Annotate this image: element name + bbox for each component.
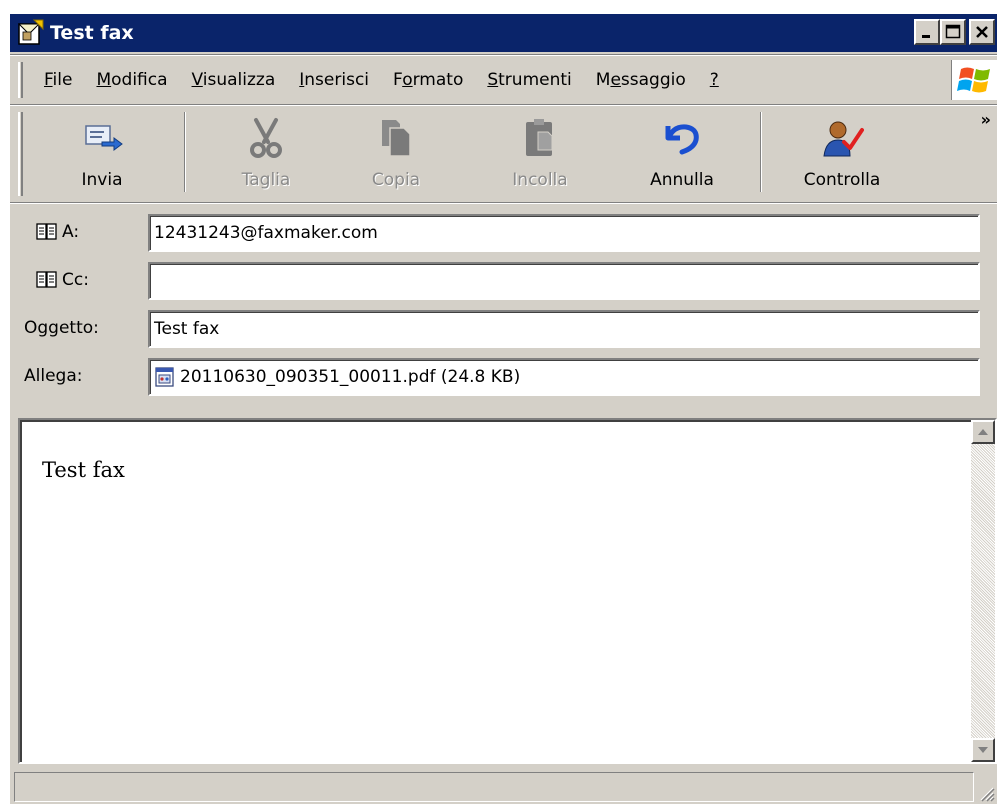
attach-row: Allega: 20110630_090351_00011.pdf (24.8 … xyxy=(10,358,997,398)
copy-button[interactable]: Copia xyxy=(356,112,436,196)
minimize-button[interactable] xyxy=(914,19,940,45)
cc-row: Cc: xyxy=(10,262,997,302)
menu-label: Visualizza xyxy=(191,70,276,90)
maximize-button[interactable] xyxy=(940,19,966,45)
to-label: A: xyxy=(62,222,80,242)
minimize-icon xyxy=(922,35,930,38)
menu-messaggio[interactable]: Messaggio xyxy=(584,70,698,90)
subject-label: Oggetto: xyxy=(24,318,99,338)
attachment-name[interactable]: 20110630_090351_00011.pdf (24.8 KB) xyxy=(180,367,520,387)
send-button[interactable]: Invia xyxy=(62,112,142,196)
cc-field[interactable] xyxy=(148,262,980,300)
maximize-icon xyxy=(945,24,961,39)
window-controls xyxy=(914,19,995,45)
check-names-label: Controlla xyxy=(803,170,881,190)
menu-modifica[interactable]: Modifica xyxy=(84,70,179,90)
menu-file[interactable]: File xyxy=(44,70,84,90)
menu-grip[interactable] xyxy=(18,62,23,98)
divider xyxy=(10,202,997,204)
menu-help[interactable]: ? xyxy=(698,70,731,90)
undo-icon xyxy=(665,124,699,155)
to-button[interactable]: A: xyxy=(36,222,79,242)
copy-icon xyxy=(382,120,411,157)
send-label: Invia xyxy=(81,170,123,190)
check-names-icon xyxy=(823,121,864,157)
to-row: A: 12431243@faxmaker.com xyxy=(10,214,997,254)
close-icon xyxy=(976,26,988,38)
subject-field[interactable]: Test fax xyxy=(148,310,980,348)
arrow-down-icon xyxy=(978,747,988,753)
menu-label: Formato xyxy=(393,70,464,90)
windows-flag-icon xyxy=(956,67,990,93)
send-icon xyxy=(85,125,123,151)
check-names-button[interactable]: Controlla xyxy=(794,112,890,196)
scroll-down-button[interactable] xyxy=(971,738,995,762)
undo-label: Annulla xyxy=(650,170,714,190)
menu-label: File xyxy=(44,70,73,90)
copy-label: Copia xyxy=(371,170,421,190)
window-title: Test fax xyxy=(50,22,134,44)
menu-label: ? xyxy=(709,70,719,90)
message-text[interactable]: Test fax xyxy=(42,458,125,482)
menu-visualizza[interactable]: Visualizza xyxy=(180,70,288,90)
paste-button[interactable]: Incolla xyxy=(500,112,580,196)
scissors-icon xyxy=(250,118,282,158)
undo-button[interactable]: Annulla xyxy=(640,112,724,196)
title-bar[interactable]: Test fax xyxy=(10,14,997,52)
menu-bar: File Modifica Visualizza Inserisci Forma… xyxy=(10,58,997,102)
close-button[interactable] xyxy=(969,19,995,45)
status-bar xyxy=(10,768,997,804)
menu-label: Modifica xyxy=(96,70,168,90)
address-book-icon xyxy=(36,271,57,288)
attach-field[interactable]: 20110630_090351_00011.pdf (24.8 KB) xyxy=(148,358,980,396)
message-body[interactable]: Test fax xyxy=(18,418,997,764)
menu-label: Messaggio xyxy=(595,70,686,90)
attach-label: Allega: xyxy=(24,366,83,386)
cut-button[interactable]: Taglia xyxy=(226,112,306,196)
paste-label: Incolla xyxy=(512,170,568,190)
vertical-scrollbar[interactable] xyxy=(971,420,995,762)
cc-label: Cc: xyxy=(62,270,89,290)
cc-button[interactable]: Cc: xyxy=(36,270,89,290)
subject-row: Oggetto: Test fax xyxy=(10,310,997,350)
scroll-up-button[interactable] xyxy=(971,420,995,444)
menu-inserisci[interactable]: Inserisci xyxy=(287,70,381,90)
toolbar-separator xyxy=(760,112,762,192)
cut-label: Taglia xyxy=(241,170,291,190)
compose-window: Test fax File Modifica Visualizza Inseri… xyxy=(10,14,997,804)
menu-label: Strumenti xyxy=(487,70,572,90)
menu-formato[interactable]: Formato xyxy=(381,70,475,90)
toolbar-separator xyxy=(184,112,186,192)
divider xyxy=(10,54,997,56)
arrow-up-icon xyxy=(978,429,988,435)
windows-logo xyxy=(951,60,997,100)
new-message-icon xyxy=(17,19,44,45)
menu-items: File Modifica Visualizza Inserisci Forma… xyxy=(44,70,731,90)
menu-label: Inserisci xyxy=(299,70,370,90)
attachment-file-icon xyxy=(155,367,174,387)
status-panel xyxy=(14,772,974,802)
paste-icon xyxy=(526,119,553,156)
menu-strumenti[interactable]: Strumenti xyxy=(475,70,583,90)
to-field[interactable]: 12431243@faxmaker.com xyxy=(148,214,980,252)
address-book-icon xyxy=(36,223,57,240)
resize-grip-icon[interactable] xyxy=(977,784,995,802)
toolbar-grip[interactable] xyxy=(18,112,23,196)
toolbar: Invia Taglia Copia Incolla Annulla Contr… xyxy=(10,106,997,200)
toolbar-overflow-chevron[interactable]: » xyxy=(981,110,991,129)
